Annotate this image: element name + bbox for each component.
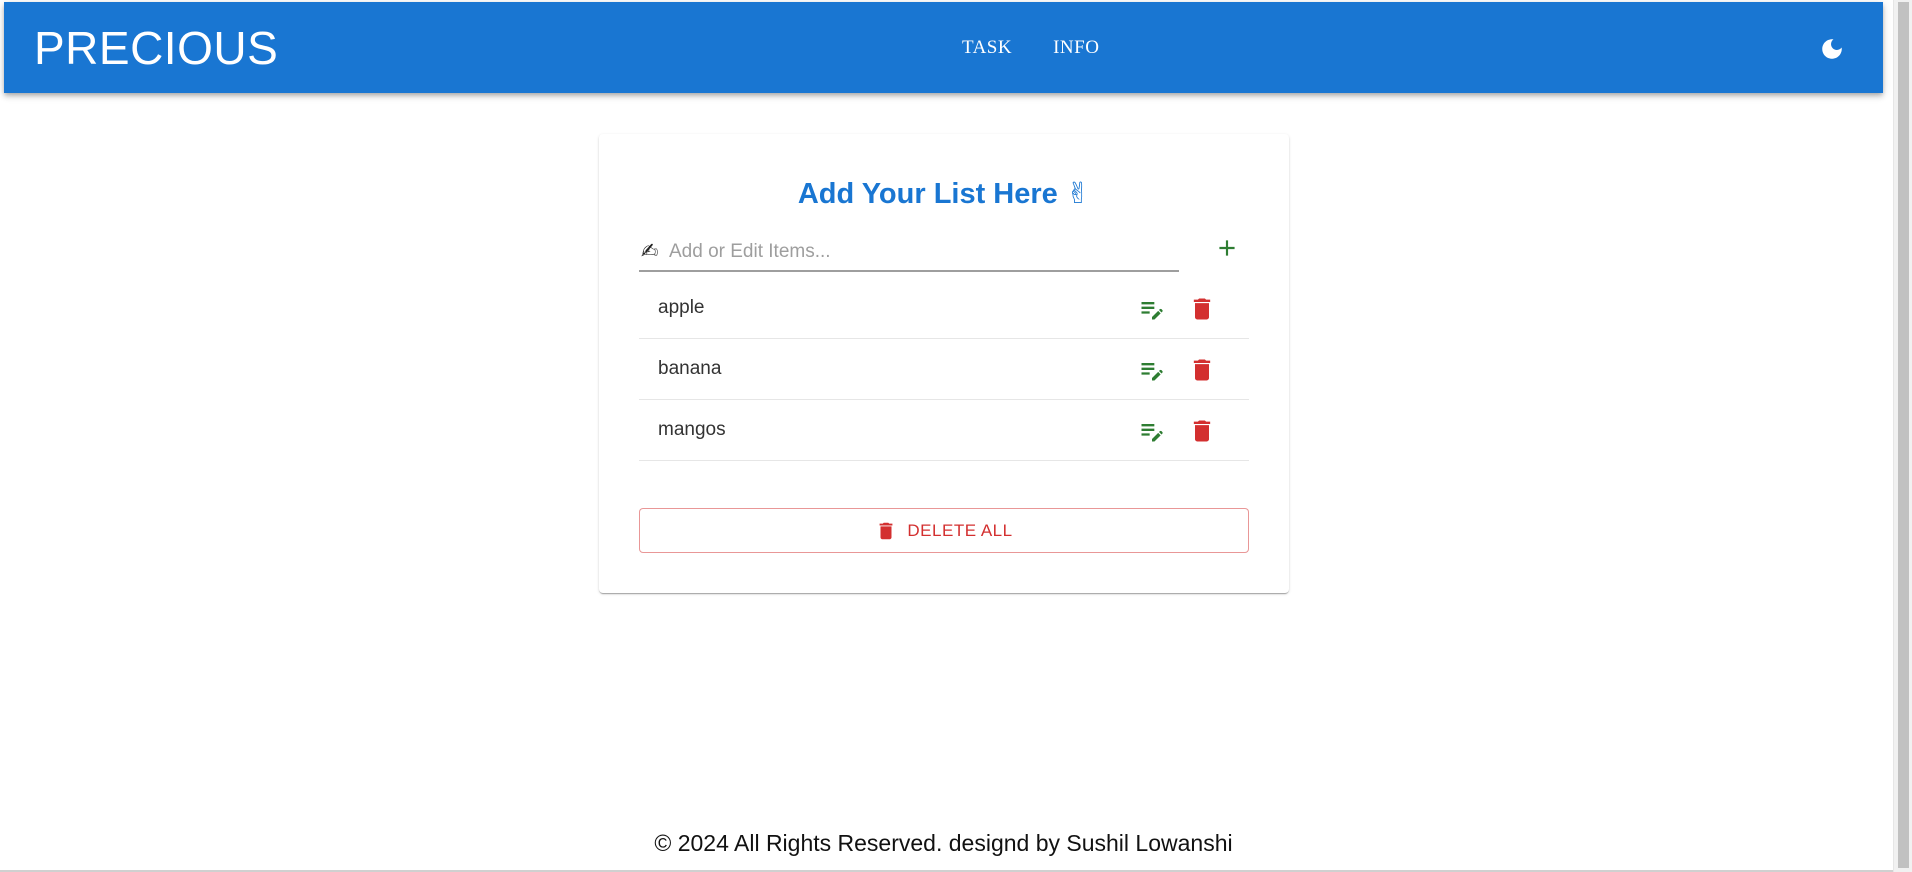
trash-icon	[1193, 298, 1211, 320]
nav-link-info[interactable]: INFO	[1053, 36, 1099, 60]
delete-all-label: DELETE ALL	[907, 520, 1013, 540]
list-item: apple	[639, 278, 1249, 339]
nav-link-task[interactable]: TASK	[962, 36, 1012, 60]
list-card: Add Your List Here ✌ ✍ apple banana	[599, 134, 1289, 593]
edit-note-icon	[1141, 424, 1163, 442]
add-item-button[interactable]	[1207, 228, 1247, 268]
edit-note-icon	[1141, 302, 1163, 320]
main-nav: TASK INFO	[962, 36, 1099, 60]
scrollbar-thumb[interactable]	[1898, 2, 1909, 868]
plus-icon	[1219, 240, 1235, 256]
vertical-scrollbar[interactable]	[1893, 0, 1912, 872]
list-item: mangos	[639, 400, 1249, 461]
trash-icon	[1193, 359, 1211, 381]
item-input[interactable]	[669, 236, 1174, 268]
writing-hand-icon: ✍	[641, 240, 659, 263]
list-item-text: apple	[658, 297, 705, 318]
list-item: banana	[639, 339, 1249, 400]
list-item-text: banana	[658, 358, 722, 379]
trash-icon	[879, 522, 893, 539]
item-input-wrapper: ✍	[639, 236, 1179, 272]
edit-item-button[interactable]	[1135, 353, 1169, 387]
card-title: Add Your List Here ✌	[797, 178, 1091, 210]
delete-item-button[interactable]	[1185, 353, 1219, 387]
edit-note-icon	[1141, 363, 1163, 381]
delete-item-button[interactable]	[1185, 414, 1219, 448]
list-item-text: mangos	[658, 419, 726, 440]
theme-toggle-button[interactable]	[1812, 29, 1852, 69]
footer-copyright: © 2024 All Rights Reserved. designd by S…	[654, 830, 1233, 856]
brand-title[interactable]: PRECIOUS	[34, 20, 278, 76]
delete-item-button[interactable]	[1185, 292, 1219, 326]
app-bar: PRECIOUS TASK INFO	[4, 2, 1883, 93]
trash-icon	[1193, 420, 1211, 442]
delete-all-button[interactable]: DELETE ALL	[639, 508, 1249, 553]
edit-item-button[interactable]	[1135, 414, 1169, 448]
edit-item-button[interactable]	[1135, 292, 1169, 326]
moon-icon	[1822, 39, 1842, 59]
